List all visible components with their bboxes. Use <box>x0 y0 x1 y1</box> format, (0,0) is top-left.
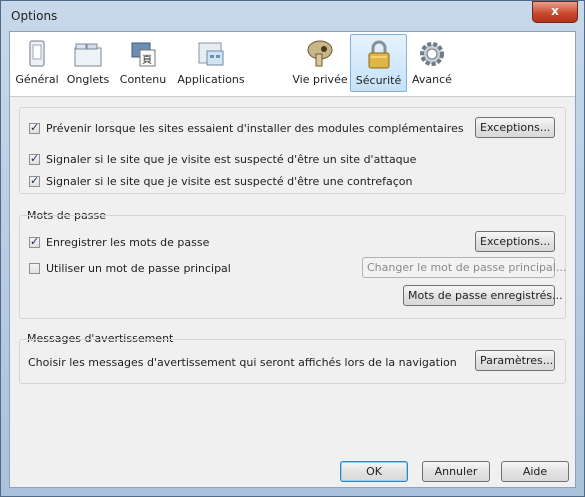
options-window: Options x Général Onglets 頁 Contenu Appl… <box>0 0 585 497</box>
tab-contenu[interactable]: 頁 Contenu <box>114 34 172 92</box>
content-icon: 頁 <box>127 38 159 70</box>
help-button[interactable]: Aide <box>501 461 569 482</box>
applications-icon <box>195 38 227 70</box>
saved-passwords-button[interactable]: Mots de passe enregistrés... <box>403 285 563 306</box>
tab-label: Onglets <box>66 73 110 86</box>
security-panel: Prévenir lorsque les sites essaient d'in… <box>10 97 575 487</box>
passwords-group: Enregistrer les mots de passe Exceptions… <box>19 215 566 319</box>
tab-onglets[interactable]: Onglets <box>62 34 114 92</box>
title-bar[interactable]: Options x <box>1 1 584 31</box>
exceptions-addons-button[interactable]: Exceptions... <box>475 117 555 138</box>
category-toolbar: Général Onglets 頁 Contenu Applications V… <box>10 32 575 97</box>
tab-avance[interactable]: Avancé <box>407 34 457 92</box>
attack-site-checkbox[interactable] <box>29 152 40 165</box>
warnings-group: Choisir les messages d'avertissement qui… <box>19 339 566 384</box>
gear-icon <box>416 38 448 70</box>
tab-label: Vie privée <box>292 73 348 86</box>
warn-addons-label[interactable]: Prévenir lorsque les sites essaient d'in… <box>46 122 464 135</box>
tabs-icon <box>72 38 104 70</box>
close-button[interactable]: x <box>532 1 578 23</box>
remember-passwords-checkbox[interactable] <box>29 235 40 248</box>
warn-addons-checkbox[interactable] <box>29 121 40 134</box>
tab-label: Avancé <box>412 73 452 86</box>
forgery-site-checkbox[interactable] <box>29 174 40 187</box>
tab-general[interactable]: Général <box>12 34 62 92</box>
tab-vie-privee[interactable]: Vie privée <box>292 34 348 92</box>
privacy-mask-icon <box>304 38 336 70</box>
master-password-label[interactable]: Utiliser un mot de passe principal <box>46 262 231 275</box>
tab-label: Général <box>15 73 59 86</box>
cancel-button[interactable]: Annuler <box>422 461 490 482</box>
tab-label: Applications <box>177 73 245 86</box>
tab-applications[interactable]: Applications <box>173 34 249 92</box>
padlock-icon <box>363 39 395 71</box>
general-icon <box>21 38 53 70</box>
warnings-description: Choisir les messages d'avertissement qui… <box>28 356 457 369</box>
change-master-password-button[interactable]: Changer le mot de passe principal... <box>362 257 566 278</box>
tab-label: Sécurité <box>355 74 402 87</box>
tab-label: Contenu <box>119 73 167 86</box>
remember-passwords-label[interactable]: Enregistrer les mots de passe <box>46 236 209 249</box>
master-password-checkbox[interactable] <box>29 263 40 274</box>
tab-securite[interactable]: Sécurité <box>350 34 407 92</box>
security-group: Prévenir lorsque les sites essaient d'in… <box>19 107 566 194</box>
exceptions-passwords-button[interactable]: Exceptions... <box>475 231 555 252</box>
svg-text:頁: 頁 <box>142 54 152 66</box>
window-title: Options <box>11 9 58 23</box>
warnings-settings-button[interactable]: Paramètres... <box>475 350 555 371</box>
attack-site-label[interactable]: Signaler si le site que je visite est su… <box>46 153 416 166</box>
forgery-site-label[interactable]: Signaler si le site que je visite est su… <box>46 175 412 188</box>
dialog-client-area: Général Onglets 頁 Contenu Applications V… <box>9 31 576 488</box>
ok-button[interactable]: OK <box>340 461 408 482</box>
